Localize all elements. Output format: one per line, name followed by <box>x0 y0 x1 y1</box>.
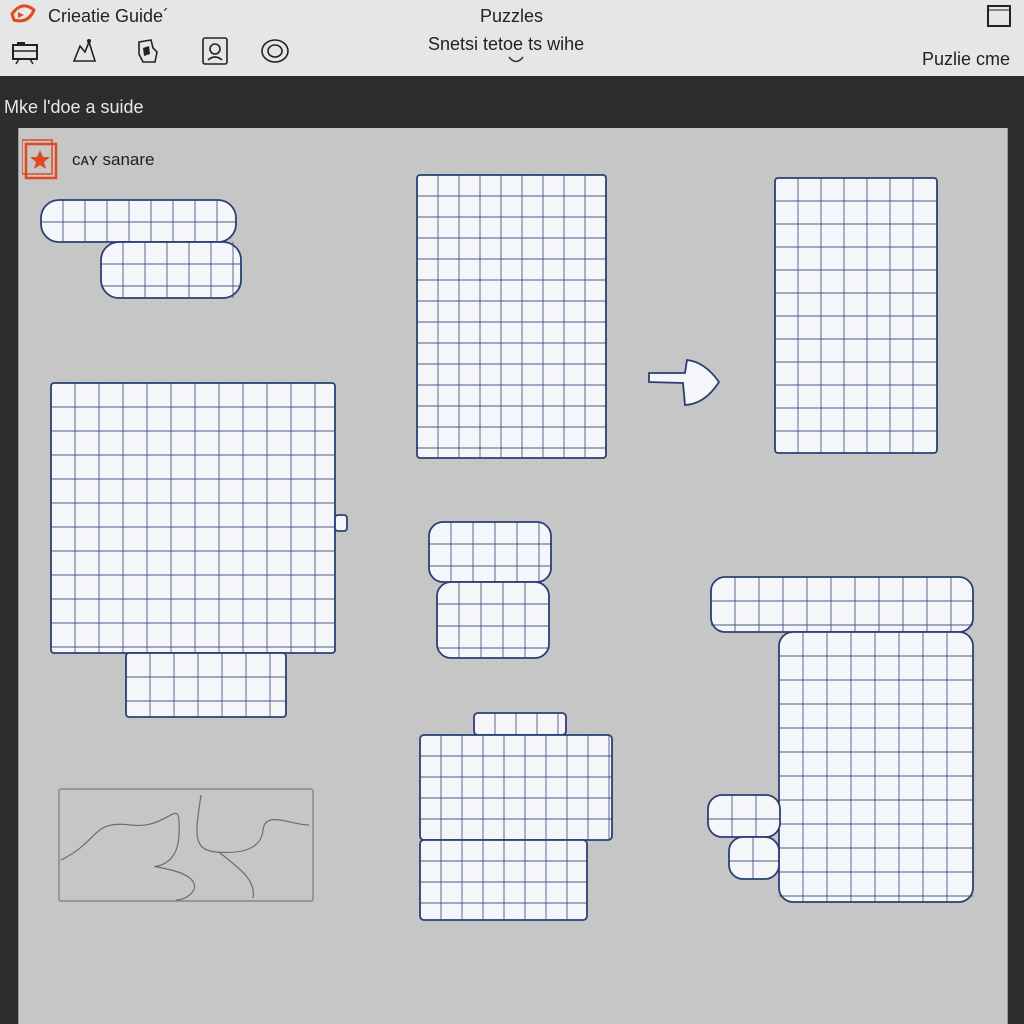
document-face-icon[interactable] <box>198 34 232 68</box>
puzzle-grid-top-right[interactable] <box>774 177 938 454</box>
window-maximize-button[interactable] <box>984 3 1014 29</box>
page-subtitle: Snetsi tetoe ts wihe <box>428 34 585 54</box>
hint-text: Mke l'doe a suide <box>4 97 144 117</box>
hint-bar: Mke l'doe a suide <box>0 76 1024 128</box>
top-toolbar: Crieatie Guide´ Puzzles Snetsi tetoe ts … <box>0 0 1024 77</box>
hand-piece-icon[interactable] <box>131 34 165 68</box>
app-title: Crieatie Guide´ <box>48 6 170 26</box>
puzzle-grid-bottom-center[interactable] <box>419 712 613 921</box>
chevron-down-icon[interactable] <box>506 54 526 66</box>
right-arrow-icon <box>648 359 721 406</box>
puzzle-mode-label[interactable]: Puzlie cme <box>922 49 1010 70</box>
puzzle-outline-preview[interactable] <box>58 788 314 902</box>
page-title: Puzzles <box>480 6 544 26</box>
puzzle-canvas[interactable]: ᴄᴀʏ sanare <box>18 128 1008 1024</box>
puzzle-stage <box>40 174 974 921</box>
app-logo-icon <box>10 4 36 23</box>
puzzle-grid-large-left[interactable] <box>50 382 348 718</box>
puzzle-grid-top-center[interactable] <box>416 174 607 459</box>
target-ring-icon[interactable] <box>258 34 292 68</box>
puzzle-grid-bottom-right[interactable] <box>707 576 974 903</box>
puzzle-piece-center[interactable] <box>428 521 552 659</box>
camera-icon[interactable] <box>8 34 42 68</box>
puzzle-piece-small-top-left[interactable] <box>40 199 242 299</box>
puzzle-figure-icon[interactable] <box>67 34 101 68</box>
